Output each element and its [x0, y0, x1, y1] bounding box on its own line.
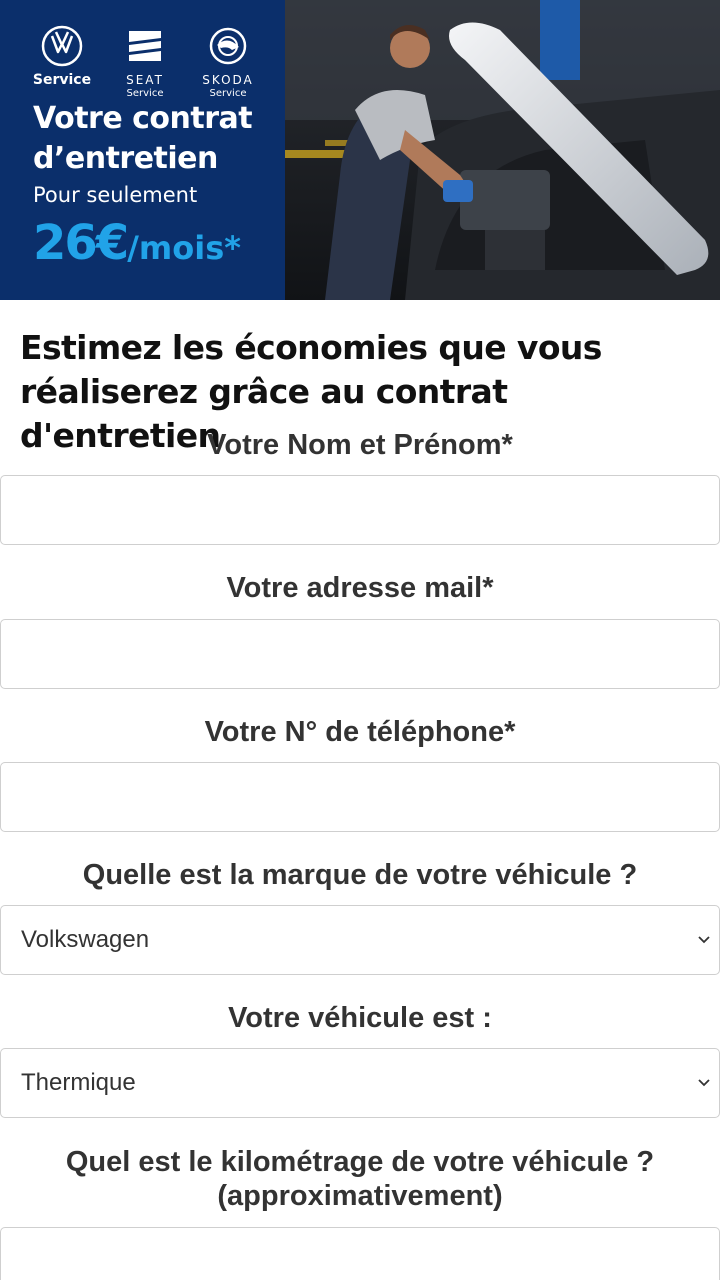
email-label: Votre adresse mail* — [226, 572, 494, 604]
phone-input[interactable] — [0, 762, 720, 832]
vehicle-type-label: Votre véhicule est : — [228, 1002, 492, 1034]
phone-label: Votre N° de téléphone* — [204, 716, 516, 748]
price-amount: 26€ — [33, 215, 129, 271]
chevron-down-icon — [697, 1076, 711, 1090]
promo-title-line1: Votre contrat — [33, 101, 253, 136]
mileage-input[interactable] — [0, 1227, 720, 1280]
skoda-brand-name: SKODA — [202, 73, 254, 87]
photo-illustration — [285, 0, 720, 300]
vehicle-type-select[interactable]: Thermique — [0, 1048, 720, 1118]
name-input[interactable] — [0, 475, 720, 545]
price-unit: /mois* — [127, 229, 241, 267]
promo-banner: Service SEAT Service SKODA Service Votre… — [0, 0, 720, 300]
brand-select[interactable]: Volkswagen — [0, 905, 720, 975]
mileage-label-line2: (approximativement) — [217, 1180, 503, 1212]
promo-panel: Service SEAT Service SKODA Service Votre… — [0, 0, 285, 300]
name-label: Votre Nom et Prénom* — [207, 429, 513, 461]
brand-logos: Service SEAT Service SKODA Service — [30, 24, 260, 100]
vw-brand: Service — [30, 24, 94, 100]
promo-title-line2: d’entretien — [33, 141, 218, 176]
email-input[interactable] — [0, 619, 720, 689]
mileage-label-line1: Quel est le kilométrage de votre véhicul… — [65, 1146, 655, 1178]
brand-label: Quelle est la marque de votre véhicule ? — [82, 859, 638, 891]
promo-title: Votre contrat d’entretien — [33, 99, 253, 179]
skoda-logo-icon — [206, 24, 250, 68]
vw-logo-icon — [40, 24, 84, 68]
promo-subtitle: Pour seulement — [33, 183, 198, 207]
vw-brand-name: Service — [32, 72, 92, 88]
seat-brand-name: SEAT — [126, 73, 164, 87]
chevron-down-icon — [697, 933, 711, 947]
vehicle-type-select-value: Thermique — [21, 1069, 136, 1096]
seat-brand: SEAT Service — [113, 24, 177, 100]
brand-select-value: Volkswagen — [21, 926, 150, 953]
seat-logo-icon — [123, 24, 167, 68]
skoda-brand: SKODA Service — [196, 24, 260, 100]
mileage-label: Quel est le kilométrage de votre véhicul… — [0, 1145, 720, 1213]
promo-price: 26€/mois* — [33, 212, 241, 274]
mechanic-engine-photo — [285, 0, 720, 300]
